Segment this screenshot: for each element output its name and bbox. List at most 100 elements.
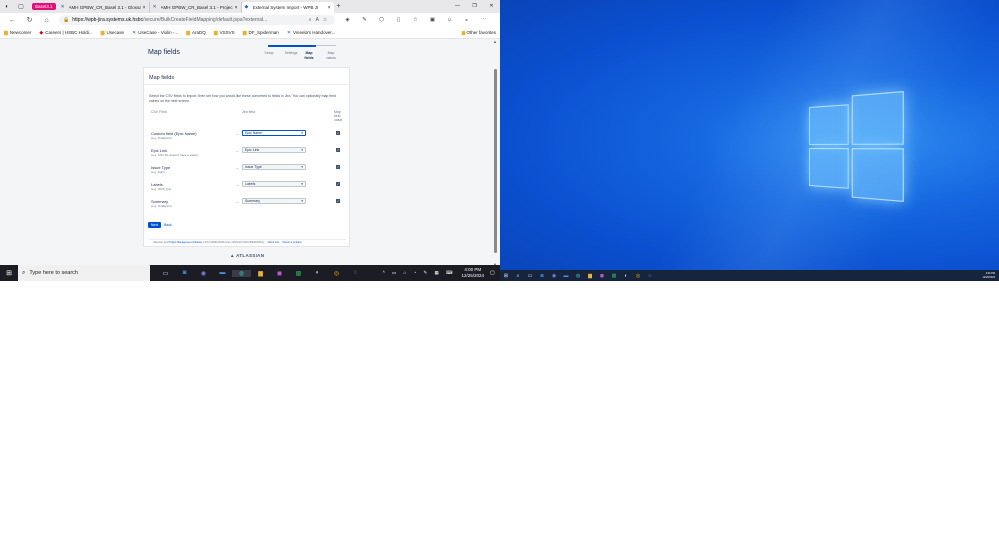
taskbar-search[interactable]: ⌕ Type here to search [18, 265, 150, 281]
favorite-vssvs[interactable]: ▆ VSSVS [214, 30, 235, 36]
profile-icon[interactable]: ◐ [0, 0, 14, 13]
favorite-vineela-handover[interactable]: ✕ Vineela's Handover... [287, 30, 336, 36]
app-icon[interactable]: ▬ [560, 273, 572, 279]
excel-icon[interactable]: ▩ [608, 273, 620, 279]
back-link[interactable]: Back [164, 222, 172, 228]
next-button[interactable]: Next [148, 222, 161, 228]
teams-icon[interactable]: ◉ [194, 270, 213, 277]
url-actions-icons[interactable]: ⌕A☆ [309, 17, 331, 23]
file-explorer-icon[interactable]: ▆ [251, 270, 270, 277]
back-arrow-icon[interactable]: ← [4, 17, 21, 24]
favorite-label: Vineela's Handover... [293, 30, 335, 35]
close-icon[interactable]: × [143, 5, 146, 11]
app-icon[interactable]: ◐ [620, 273, 632, 279]
tab-external-import[interactable]: ◆ External System Import - WPB JI × [242, 2, 334, 13]
atlassian-logo: ▲ ATLASSIAN [230, 253, 264, 258]
onenote-icon[interactable]: ◼ [596, 273, 608, 279]
excel-icon[interactable]: ▩ [289, 270, 308, 277]
jira-field-select[interactable]: Epic Name ▾ [242, 130, 306, 136]
scroll-up-icon[interactable]: ▲ [493, 39, 497, 44]
url-field[interactable]: 🔒 https://wpb-jira.systems.uk.hsbc /secu… [59, 15, 335, 25]
outlook-icon[interactable]: ◙ [175, 270, 194, 277]
collections-icon[interactable]: ▣ [424, 17, 441, 23]
map-value-checkbox[interactable]: ✓ [336, 182, 340, 186]
jira-field-select[interactable]: Labels ▾ [242, 181, 306, 187]
clock[interactable]: 4:00 PM 12/25/2024 [461, 267, 484, 279]
start-icon[interactable]: ⊞ [0, 269, 18, 277]
jira-field-select[interactable]: Issue Type ▾ [242, 164, 306, 170]
csv-field-example: (e.g. TestEpic1) [151, 204, 172, 208]
close-icon[interactable]: × [328, 5, 331, 11]
window-controls: — ❐ ✕ [449, 0, 500, 13]
task-view-icon[interactable]: ▭ [156, 270, 175, 277]
app-icon[interactable]: ◐ [308, 270, 327, 277]
hsbc-icon: ◆ [39, 30, 43, 36]
column-map-field-value: Map field value [334, 110, 344, 122]
close-window-icon[interactable]: ✕ [483, 0, 500, 13]
onenote-icon[interactable]: ◼ [270, 270, 289, 277]
app-icon[interactable]: ◙ [536, 273, 548, 279]
favorite-usecase[interactable]: ▆ Usecase [101, 30, 124, 36]
tab-group-chip[interactable]: Basel3.1 [32, 3, 56, 10]
app-icon[interactable]: ◌ [644, 273, 656, 279]
start-icon[interactable]: ⊞ [500, 273, 512, 279]
search-icon[interactable]: ⌕ [512, 273, 524, 279]
csv-field-example: (e.g. 2025_Q1) [151, 187, 171, 191]
jira-field-select[interactable]: Epic Link ▾ [242, 147, 306, 153]
windows-logo [809, 91, 904, 202]
edge-icon[interactable]: ◍ [232, 270, 251, 277]
home-icon[interactable]: ⌂ [38, 17, 55, 24]
map-value-checkbox[interactable]: ✓ [336, 199, 340, 203]
tab-project[interactable]: ✕ AMH GPBW_CR_Basel 3.1 - Projec × [150, 2, 242, 13]
tab-actions-icon[interactable]: ▢ [14, 0, 28, 13]
screen: ◐ ▢ Basel3.1 ✕ AMH GPBW_CR_Basel 3.1 - G… [0, 0, 999, 281]
more-icon[interactable]: ⋯ [475, 17, 492, 23]
puzzle-icon[interactable]: ⬡ [373, 17, 390, 23]
favorite-careers[interactable]: ◆ Careers | HSBC Holdi... [39, 30, 92, 36]
map-value-checkbox[interactable]: ✓ [336, 131, 340, 135]
chrome-icon[interactable]: ◎ [327, 270, 346, 277]
table-row: Custom field (Epic Name) (e.g. TestEpic1… [144, 130, 351, 147]
select-value: Labels [245, 182, 255, 186]
report-problem-link[interactable]: Report a problem [283, 241, 302, 244]
windows-logo-pane [809, 104, 849, 145]
scrollbar[interactable]: ▲ ▼ [494, 41, 497, 261]
chrome-icon[interactable]: ◎ [632, 273, 644, 279]
notifications-icon[interactable]: ▢ [490, 270, 500, 276]
favorites-icon[interactable]: ☆ [407, 17, 424, 23]
about-jira-link[interactable]: About Jira [268, 241, 279, 244]
task-view-icon[interactable]: ▭ [524, 273, 536, 279]
folder-icon: ▆ [186, 30, 190, 36]
restore-icon[interactable]: ❐ [466, 0, 483, 13]
favorite-usecase-violin[interactable]: ✕ UseCase - Violin -... [132, 30, 178, 36]
jira-field-select[interactable]: Summary ▾ [242, 198, 306, 204]
new-tab-button[interactable]: + [334, 3, 344, 10]
favorite-df-spiderman[interactable]: ▆ DF_Spiderman [243, 30, 279, 36]
file-explorer-icon[interactable]: ▆ [584, 273, 596, 279]
app-icon[interactable]: ▬ [213, 270, 232, 277]
secondary-clock[interactable]: 4:00 PM 12/25/2024 [982, 272, 995, 279]
other-favorites[interactable]: ▆ Other favorites [462, 30, 496, 36]
tab-glossary[interactable]: ✕ AMH GPBW_CR_Basel 3.1 - Glossar × [58, 2, 150, 13]
favorite-aradq[interactable]: ▆ AraDQ [186, 30, 206, 36]
intro-text: Select the CSV fields to import, then se… [149, 94, 346, 103]
extension-icon[interactable]: ✎ [356, 17, 373, 23]
profile-badge-icon[interactable]: ☺ [441, 17, 458, 23]
copilot-icon[interactable]: ◒ [458, 17, 475, 23]
tray-icons[interactable]: ^ ▭ ⌂ ◔ ✎ ▦ ⌨ [383, 270, 456, 276]
desktop [500, 0, 999, 270]
split-screen-icon[interactable]: ▯ [390, 17, 407, 23]
map-value-checkbox[interactable]: ✓ [336, 148, 340, 152]
extension-icon[interactable]: ◈ [339, 17, 356, 23]
map-value-checkbox[interactable]: ✓ [336, 165, 340, 169]
edge-icon[interactable]: ◍ [572, 273, 584, 279]
scrollbar-thumb[interactable] [494, 69, 497, 253]
minimize-icon[interactable]: — [449, 0, 466, 13]
footer-product-link[interactable]: Project Management Software [169, 241, 203, 244]
app-icon[interactable]: ◌ [346, 270, 365, 277]
teams-icon[interactable]: ◉ [548, 273, 560, 279]
close-icon[interactable]: × [235, 5, 238, 11]
refresh-icon[interactable]: ↻ [21, 16, 38, 24]
favorite-newcomer[interactable]: ▆ Newcomer [4, 30, 31, 36]
browser-window: ◐ ▢ Basel3.1 ✕ AMH GPBW_CR_Basel 3.1 - G… [0, 0, 500, 265]
